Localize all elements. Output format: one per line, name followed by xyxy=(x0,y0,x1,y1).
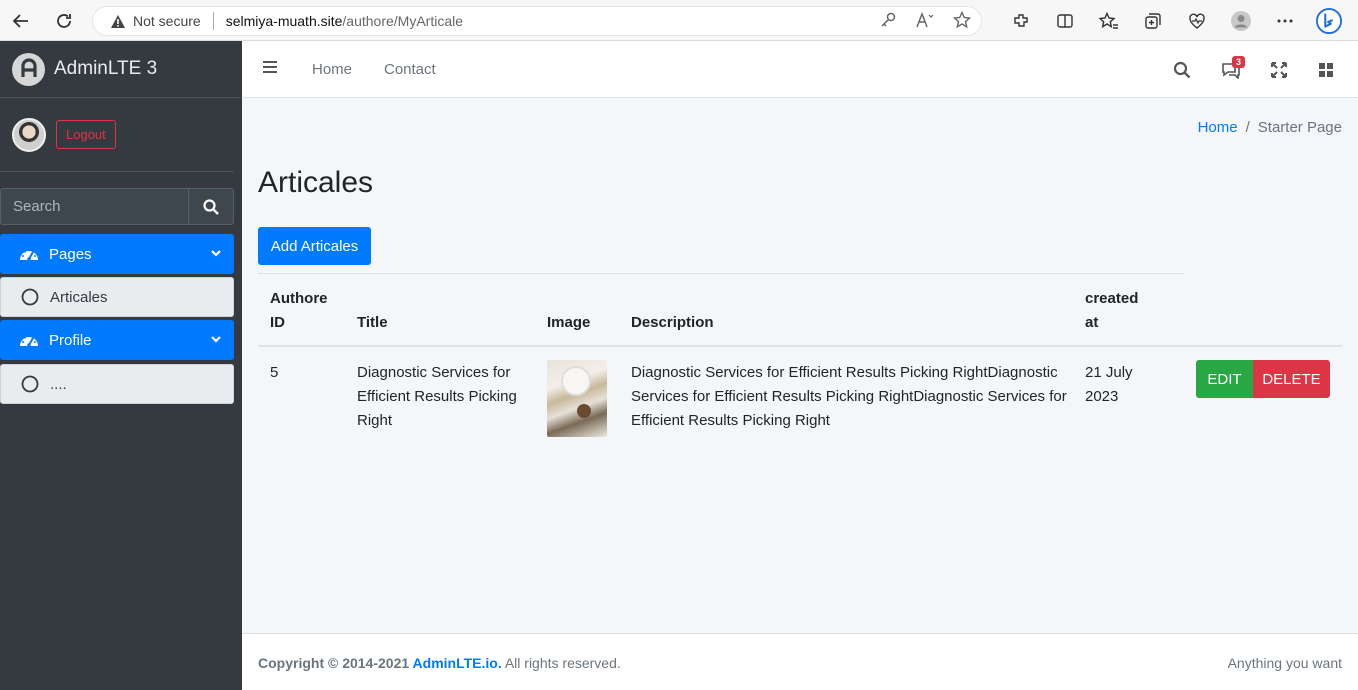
collections-icon[interactable] xyxy=(1140,8,1166,34)
cell-created-at: 21 July 2023 xyxy=(1085,361,1133,409)
read-aloud-icon[interactable] xyxy=(915,11,935,32)
article-thumbnail-image[interactable] xyxy=(547,360,607,437)
header-author-id[interactable]: Authore ID xyxy=(270,287,328,335)
sidebar-search-input[interactable] xyxy=(0,188,188,225)
user-avatar[interactable] xyxy=(12,117,46,152)
search-button[interactable] xyxy=(188,188,234,225)
extensions-icon[interactable] xyxy=(1008,8,1034,34)
adminlte-logo-icon xyxy=(12,52,45,86)
chevron-down-icon xyxy=(210,332,222,349)
favorite-star-icon[interactable] xyxy=(952,10,972,32)
edit-button[interactable]: EDIT xyxy=(1196,360,1253,398)
cell-title-line: Diagnostic Services for xyxy=(357,364,511,381)
sidebar-item-articales[interactable]: Articales xyxy=(0,277,234,317)
messages-badge: 3 xyxy=(1232,56,1246,68)
sidebar-item-placeholder[interactable]: .... xyxy=(0,364,234,404)
footer-copyright: Copyright © 2014-2021 AdminLTE.io. All r… xyxy=(258,655,621,671)
split-screen-icon[interactable] xyxy=(1052,8,1078,34)
footer-right-text: Anything you want xyxy=(1227,655,1342,671)
top-navbar: Home Contact 3 xyxy=(242,41,1358,98)
security-label[interactable]: Not secure xyxy=(133,13,201,29)
logout-button[interactable]: Logout xyxy=(56,120,116,149)
browser-toolbar: Not secure selmiya-muath.site /authore/M… xyxy=(0,0,1358,41)
bing-copilot-icon[interactable] xyxy=(1316,8,1342,34)
circle-icon xyxy=(19,286,41,308)
nav-link-contact[interactable]: Contact xyxy=(384,61,436,78)
tachometer-icon xyxy=(18,243,40,265)
brand-link[interactable]: AdminLTE 3 xyxy=(0,41,242,98)
add-articales-button[interactable]: Add Articales xyxy=(258,227,371,265)
header-description[interactable]: Description xyxy=(631,311,714,335)
table-divider xyxy=(258,273,1184,274)
header-created-at[interactable]: created at xyxy=(1085,287,1138,335)
user-panel: Logout xyxy=(0,98,234,172)
sidebar-search xyxy=(0,188,234,225)
header-author-id-line1: Authore xyxy=(270,290,328,307)
fullscreen-icon[interactable] xyxy=(1268,59,1290,81)
delete-button[interactable]: DELETE xyxy=(1253,360,1330,398)
reload-icon[interactable] xyxy=(51,8,77,34)
cell-description-line: Services for Efficient Results Picking R… xyxy=(631,388,1067,405)
header-created-line2: at xyxy=(1085,314,1099,331)
url-path[interactable]: /authore/MyArticale xyxy=(342,13,463,29)
cell-title-line: Efficient Results Picking xyxy=(357,388,517,405)
cell-author-id: 5 xyxy=(270,364,279,381)
cell-created-line: 21 July xyxy=(1085,364,1133,381)
table-header-divider xyxy=(258,345,1342,347)
cell-title-line: Right xyxy=(357,412,393,429)
page-title: Articales xyxy=(258,166,374,199)
search-icon[interactable] xyxy=(1171,59,1193,81)
address-bar[interactable]: Not secure selmiya-muath.site /authore/M… xyxy=(92,6,982,36)
sidebar-item-profile[interactable]: Profile xyxy=(0,320,234,360)
breadcrumb: Home / Starter Page xyxy=(1198,119,1342,136)
search-icon xyxy=(203,198,219,215)
favorites-icon[interactable] xyxy=(1096,8,1122,34)
warning-icon[interactable] xyxy=(109,12,127,30)
sidebar-item-label: .... xyxy=(50,375,67,393)
breadcrumb-current: Starter Page xyxy=(1257,119,1342,136)
key-icon[interactable] xyxy=(879,11,897,32)
copyright-suffix: All rights reserved. xyxy=(501,655,621,671)
header-author-id-line2: ID xyxy=(270,314,285,331)
thumbnail-plate-shape xyxy=(561,366,591,396)
sidebar-item-label: Articales xyxy=(50,288,108,306)
header-created-line1: created xyxy=(1085,290,1139,307)
browser-essentials-icon[interactable] xyxy=(1184,8,1210,34)
sidebar-item-label: Profile xyxy=(49,331,92,349)
messages-icon[interactable]: 3 xyxy=(1220,56,1246,81)
hamburger-menu-icon[interactable] xyxy=(262,59,278,80)
nav-link-home[interactable]: Home xyxy=(312,61,352,78)
cell-title: Diagnostic Services for Efficient Result… xyxy=(357,361,517,433)
profile-avatar-icon[interactable] xyxy=(1228,8,1254,34)
copyright-prefix: Copyright © 2014-2021 xyxy=(258,655,413,671)
url-host[interactable]: selmiya-muath.site xyxy=(226,13,343,29)
cell-created-line: 2023 xyxy=(1085,388,1119,405)
back-icon[interactable] xyxy=(8,8,34,34)
brand-text: AdminLTE 3 xyxy=(54,58,158,79)
address-separator xyxy=(212,12,214,30)
chevron-down-icon xyxy=(210,246,222,263)
cell-description-line: Diagnostic Services for Efficient Result… xyxy=(631,364,1058,381)
sidebar-item-label: Pages xyxy=(49,245,92,263)
header-image[interactable]: Image xyxy=(547,311,590,335)
adminlte-link[interactable]: AdminLTE.io. xyxy=(413,655,502,671)
cell-description-line: Efficient Results Picking Right xyxy=(631,412,830,429)
breadcrumb-home[interactable]: Home xyxy=(1198,119,1238,136)
breadcrumb-separator: / xyxy=(1245,119,1250,136)
circle-icon xyxy=(19,373,41,395)
tachometer-icon xyxy=(18,329,40,351)
thumbnail-cup-shape xyxy=(577,404,591,418)
grid-apps-icon[interactable] xyxy=(1315,59,1337,81)
sidebar-item-pages[interactable]: Pages xyxy=(0,234,234,274)
cell-description: Diagnostic Services for Efficient Result… xyxy=(631,361,1067,433)
more-options-icon[interactable] xyxy=(1272,8,1298,34)
page-footer: Copyright © 2014-2021 AdminLTE.io. All r… xyxy=(242,633,1358,690)
header-title[interactable]: Title xyxy=(357,311,388,335)
